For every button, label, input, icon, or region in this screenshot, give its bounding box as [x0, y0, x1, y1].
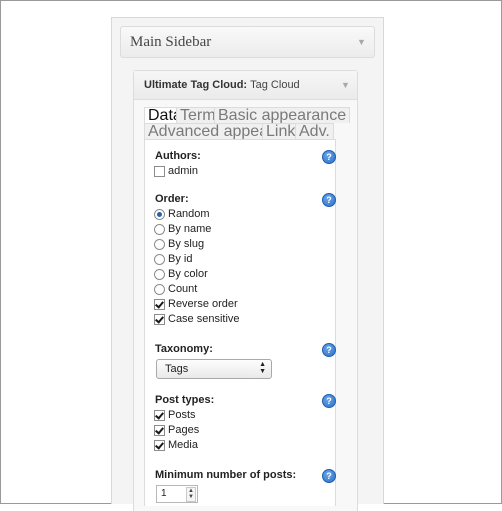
stepper-arrows-icon[interactable]: ▲ ▼ — [186, 487, 196, 502]
order-option-label: Count — [168, 283, 198, 295]
post-types-label: Post types: — [155, 394, 215, 406]
checkbox-checked[interactable] — [154, 440, 165, 451]
order-option-label: By color — [168, 268, 208, 280]
radio-empty[interactable] — [154, 269, 165, 280]
tab-content-data: Authors: ? admin Order: ? Random By name… — [144, 139, 336, 506]
checkbox-checked[interactable] — [154, 299, 165, 310]
order-option-label: By name — [168, 223, 212, 235]
tab-basic-appearance[interactable]: Basic appearance — [214, 107, 351, 124]
checkbox-label: Posts — [168, 409, 196, 421]
sidebar-title: Main Sidebar — [130, 34, 212, 50]
widget-header[interactable]: Ultimate Tag Cloud: Tag Cloud ▼ — [134, 71, 357, 100]
order-help-icon[interactable]: ? — [322, 193, 336, 207]
author-option-label: admin — [168, 165, 198, 177]
taxonomy-help-icon[interactable]: ? — [322, 343, 336, 357]
min-posts-label: Minimum number of posts: — [155, 469, 297, 481]
sidebar-toggle-arrow-icon[interactable]: ▼ — [357, 37, 366, 47]
checkbox-checked[interactable] — [154, 314, 165, 325]
checkbox-label: Case sensitive — [168, 313, 240, 325]
post-types-help-icon[interactable]: ? — [322, 394, 336, 408]
authors-label: Authors: — [155, 150, 201, 162]
checkbox-label: Media — [168, 439, 198, 451]
checkbox-box[interactable] — [154, 166, 165, 177]
min-posts-stepper[interactable]: 1 ▲ ▼ — [156, 485, 198, 503]
taxonomy-select-value: Tags — [165, 363, 189, 375]
radio-empty[interactable] — [154, 224, 165, 235]
widget-title: Ultimate Tag Cloud: Tag Cloud — [144, 79, 300, 91]
order-option-label: By id — [168, 253, 193, 265]
widget-toggle-arrow-icon[interactable]: ▼ — [341, 80, 350, 90]
checkbox-label: Reverse order — [168, 298, 238, 310]
radio-empty[interactable] — [154, 239, 165, 250]
select-arrows-icon: ▲ ▼ — [259, 361, 266, 375]
radio-empty[interactable] — [154, 254, 165, 265]
sidebar-header[interactable]: Main Sidebar ▼ — [120, 26, 375, 58]
checkbox-label: Pages — [168, 424, 200, 436]
min-posts-value: 1 — [161, 488, 167, 499]
checkbox-checked[interactable] — [154, 410, 165, 421]
widget-title-name: Tag Cloud — [250, 79, 300, 91]
taxonomy-label: Taxonomy: — [155, 343, 213, 355]
widget-title-plugin: Ultimate Tag Cloud: — [144, 79, 248, 91]
order-option-label: Random — [168, 208, 210, 220]
tab-adv[interactable]: Adv. — [295, 123, 334, 140]
taxonomy-select[interactable]: Tags ▲ ▼ — [156, 359, 272, 379]
radio-selected[interactable] — [154, 209, 165, 220]
order-option-label: By slug — [168, 238, 205, 250]
order-label: Order: — [155, 193, 189, 205]
authors-help-icon[interactable]: ? — [322, 150, 336, 164]
radio-empty[interactable] — [154, 284, 165, 295]
checkbox-checked[interactable] — [154, 425, 165, 436]
min-posts-help-icon[interactable]: ? — [322, 469, 336, 483]
